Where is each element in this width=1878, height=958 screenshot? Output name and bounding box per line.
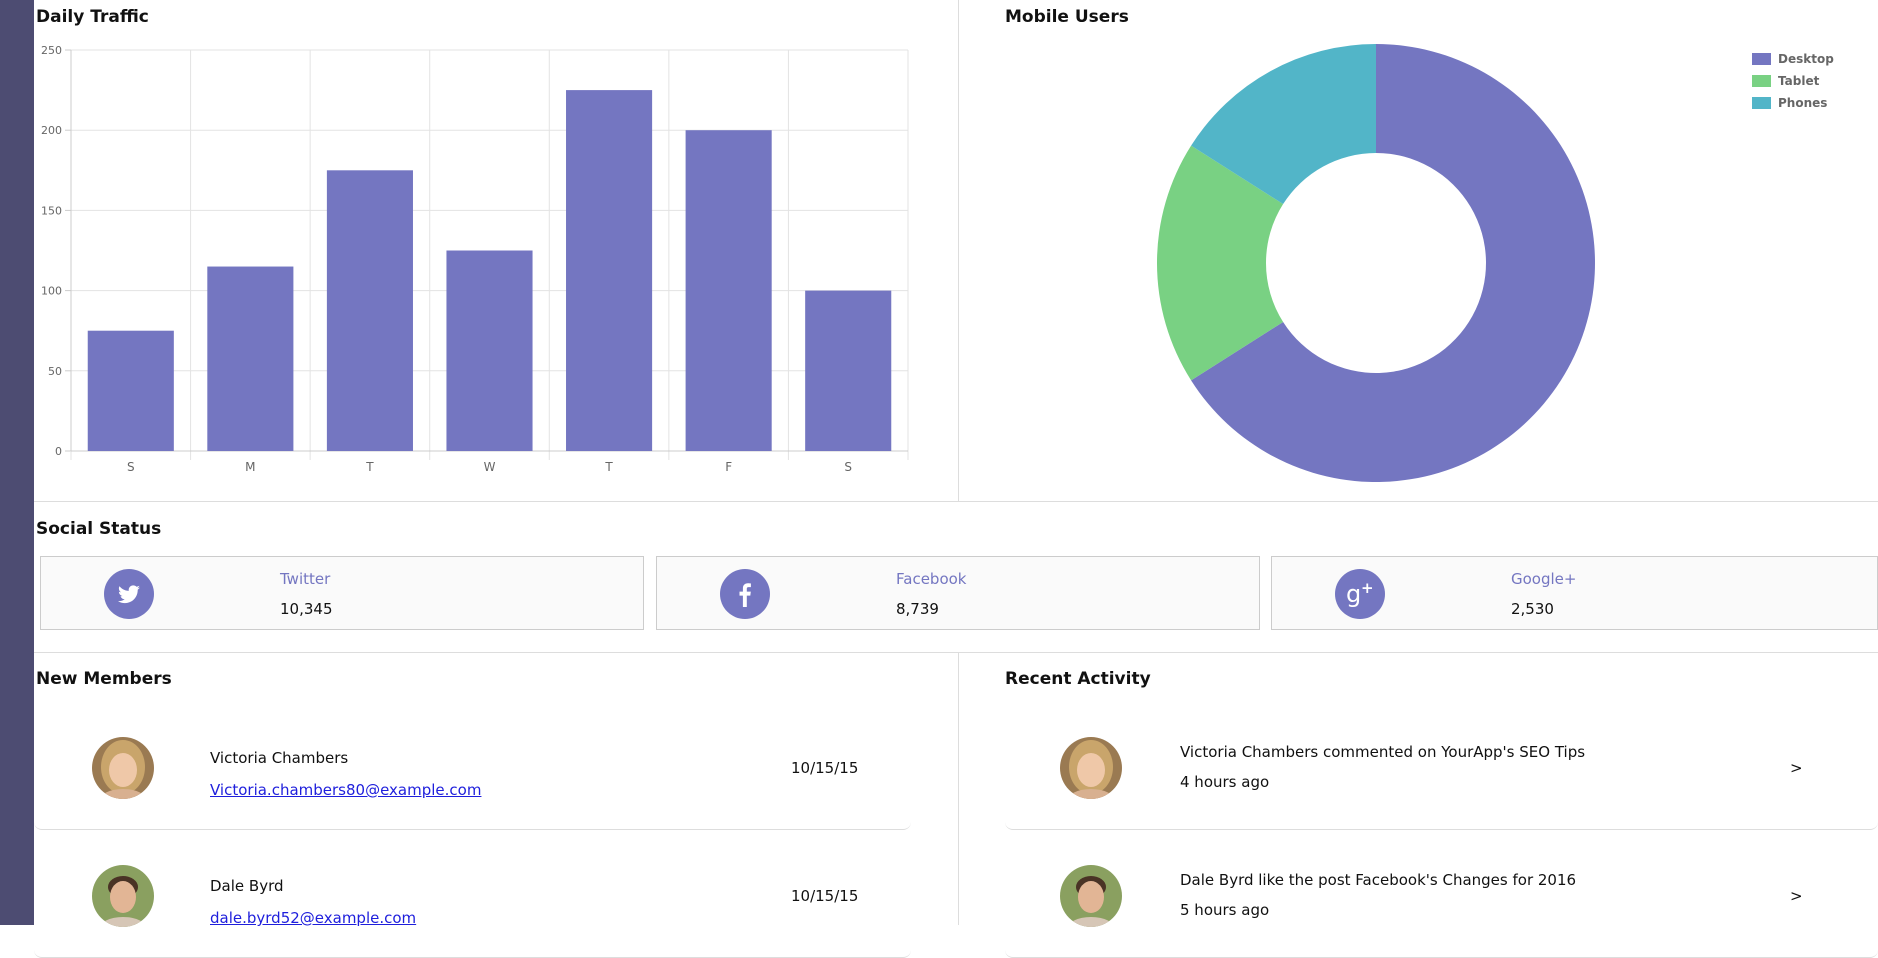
google-plus-card[interactable]: g + Google+ 2,530 bbox=[1271, 556, 1878, 630]
x-tick-label: T bbox=[365, 460, 374, 474]
twitter-icon bbox=[104, 569, 154, 619]
activity-text: Victoria Chambers commented on YourApp's… bbox=[1180, 743, 1586, 761]
activity-time: 4 hours ago bbox=[1180, 773, 1270, 791]
avatar bbox=[92, 737, 154, 799]
facebook-label: Facebook bbox=[896, 570, 967, 588]
daily-traffic-title: Daily Traffic bbox=[36, 7, 149, 27]
x-tick-label: S bbox=[844, 460, 852, 474]
legend-swatch-phones bbox=[1752, 97, 1771, 109]
svg-text:g: g bbox=[1346, 580, 1361, 608]
y-tick-label: 150 bbox=[41, 204, 62, 217]
facebook-card[interactable]: Facebook 8,739 bbox=[656, 556, 1260, 630]
legend-label-tablet: Tablet bbox=[1778, 74, 1820, 88]
member-email-link[interactable]: Victoria.chambers80@example.com bbox=[210, 781, 481, 799]
legend-label-desktop: Desktop bbox=[1778, 52, 1834, 66]
sidebar bbox=[0, 0, 34, 925]
facebook-icon bbox=[720, 569, 770, 619]
svg-text:+: + bbox=[1361, 579, 1374, 597]
member-date: 10/15/15 bbox=[791, 887, 859, 905]
bottom-divider bbox=[958, 652, 959, 925]
x-tick-label: M bbox=[245, 460, 255, 474]
y-tick-label: 100 bbox=[41, 285, 62, 298]
twitter-count: 10,345 bbox=[280, 600, 333, 618]
activity-arrow-icon[interactable]: > bbox=[1790, 759, 1803, 777]
x-tick-label: T bbox=[604, 460, 613, 474]
bar-2 bbox=[326, 170, 413, 452]
google-plus-count: 2,530 bbox=[1511, 600, 1554, 618]
member-date: 10/15/15 bbox=[791, 759, 859, 777]
legend-swatch-tablet bbox=[1752, 75, 1771, 87]
bar-0 bbox=[87, 330, 174, 451]
facebook-count: 8,739 bbox=[896, 600, 939, 618]
social-status-title: Social Status bbox=[36, 519, 162, 539]
google-plus-label: Google+ bbox=[1511, 570, 1577, 588]
daily-traffic-chart: 0 50 100 150 200 250 S M T W T F S bbox=[41, 44, 909, 474]
y-tick-label: 250 bbox=[41, 44, 62, 57]
section-divider-lists bbox=[34, 652, 1878, 653]
x-tick-label: S bbox=[127, 460, 135, 474]
member-name: Dale Byrd bbox=[210, 877, 284, 895]
activity-row[interactable]: Dale Byrd like the post Facebook's Chang… bbox=[1005, 832, 1878, 958]
avatar bbox=[1060, 737, 1122, 799]
bar-6 bbox=[805, 290, 892, 451]
google-plus-icon: g + bbox=[1335, 569, 1385, 619]
legend-swatch-desktop bbox=[1752, 53, 1771, 65]
member-row: Dale Byrd dale.byrd52@example.com 10/15/… bbox=[34, 832, 911, 958]
activity-row[interactable]: Victoria Chambers commented on YourApp's… bbox=[1005, 704, 1878, 830]
y-tick-label: 50 bbox=[48, 365, 62, 378]
avatar bbox=[1060, 865, 1122, 927]
activity-arrow-icon[interactable]: > bbox=[1790, 887, 1803, 905]
new-members-title: New Members bbox=[36, 669, 172, 689]
mobile-users-chart: Desktop Tablet Phones bbox=[1156, 44, 1834, 482]
y-tick-label: 0 bbox=[55, 445, 62, 458]
bar-1 bbox=[207, 266, 294, 451]
activity-text: Dale Byrd like the post Facebook's Chang… bbox=[1180, 871, 1577, 889]
member-row: Victoria Chambers Victoria.chambers80@ex… bbox=[34, 704, 911, 830]
member-name: Victoria Chambers bbox=[210, 749, 349, 767]
bar-3 bbox=[446, 250, 533, 451]
twitter-label: Twitter bbox=[280, 570, 331, 588]
bar-5 bbox=[685, 130, 772, 451]
twitter-card[interactable]: Twitter 10,345 bbox=[40, 556, 644, 630]
x-tick-label: W bbox=[484, 460, 496, 474]
bar-4 bbox=[566, 90, 653, 451]
legend-label-phones: Phones bbox=[1778, 96, 1827, 110]
recent-activity-title: Recent Activity bbox=[1005, 669, 1151, 689]
y-tick-label: 200 bbox=[41, 124, 62, 137]
x-tick-label: F bbox=[725, 460, 732, 474]
member-email-link[interactable]: dale.byrd52@example.com bbox=[210, 909, 416, 927]
avatar bbox=[92, 865, 154, 927]
activity-time: 5 hours ago bbox=[1180, 901, 1270, 919]
